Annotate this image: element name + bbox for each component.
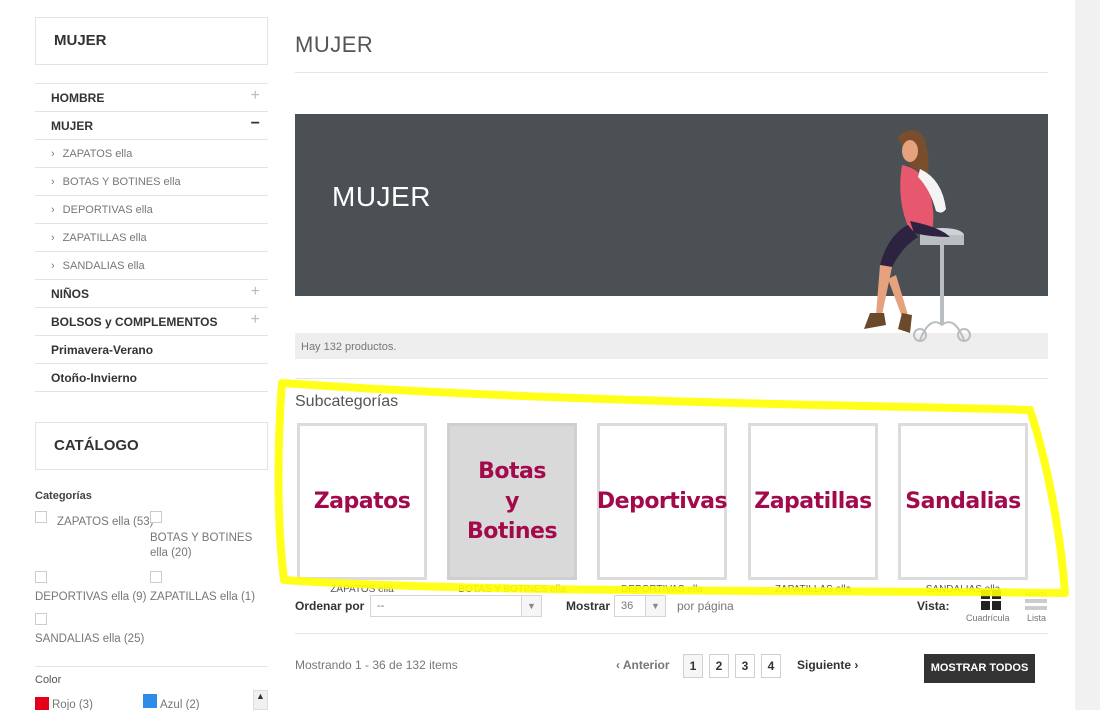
title-divider [295, 72, 1048, 73]
menu-subitem-deportivas[interactable]: › DEPORTIVAS ella [35, 196, 268, 224]
color-swatch-blue[interactable] [143, 694, 157, 708]
menu-item-label: Otoño-Invierno [51, 370, 137, 385]
chevron-right-icon: › [51, 203, 55, 216]
category-checkbox[interactable] [35, 613, 47, 625]
prev-page-link[interactable]: ‹ Anterior [616, 658, 670, 672]
categories-heading: Categorías [35, 490, 92, 502]
product-count: Hay 132 productos. [301, 341, 397, 353]
page-title: MUJER [295, 32, 374, 57]
expand-icon[interactable]: + [251, 87, 260, 105]
banner-title: MUJER [332, 181, 431, 212]
chevron-up-icon: ▲ [256, 691, 265, 701]
menu-item-primavera[interactable]: Primavera-Verano [35, 336, 268, 364]
page-2[interactable]: 2 [709, 654, 729, 678]
category-label[interactable]: ZAPATILLAS ella (1) [150, 590, 255, 605]
color-label[interactable]: Rojo (3) [52, 698, 93, 710]
menu-subitem-botas[interactable]: › BOTAS Y BOTINES ella [35, 168, 268, 196]
category-label[interactable]: BOTAS Y BOTINES ella (20) [150, 531, 260, 561]
menu-item-label: MUJER [51, 118, 94, 133]
highlight-annotation [274, 379, 1069, 597]
menu-item-label: BOLSOS y COMPLEMENTOS [51, 314, 218, 329]
woman-illustration [864, 130, 971, 342]
page: MUJER HOMBRE + MUJER − › ZAPATOS ella › BOTA… [0, 0, 1075, 710]
color-label[interactable]: Azul (2) [160, 698, 200, 710]
chevron-right-icon: › [851, 658, 859, 672]
category-checkbox[interactable] [150, 571, 162, 583]
expand-icon[interactable]: + [251, 311, 260, 329]
menu-item-label: BOTAS Y BOTINES ella [62, 175, 181, 188]
chevron-left-icon: ‹ [616, 658, 623, 672]
collapse-icon[interactable]: − [251, 115, 260, 133]
prev-label: Anterior [622, 658, 670, 672]
catalog-block-title: CATÁLOGO [35, 422, 268, 470]
color-swatch-red[interactable] [35, 697, 49, 710]
menu-item-hombre[interactable]: HOMBRE + [35, 84, 268, 112]
menu-item-ninos[interactable]: NIÑOS + [35, 280, 268, 308]
showing-text: Mostrando 1 - 36 de 132 items [295, 658, 458, 672]
page-3[interactable]: 3 [735, 654, 755, 678]
expand-icon[interactable]: + [251, 283, 260, 301]
menu-item-label: ZAPATILLAS ella [62, 231, 147, 244]
next-label: Siguiente [797, 658, 852, 672]
category-label[interactable]: ZAPATOS ella (53) [57, 515, 154, 530]
menu-item-label: NIÑOS [51, 286, 90, 301]
facet-divider [35, 666, 268, 667]
menu-item-otono[interactable]: Otoño-Invierno [35, 364, 268, 392]
category-checkbox[interactable] [150, 511, 162, 523]
category-checkbox[interactable] [35, 511, 47, 523]
menu-subitem-zapatos[interactable]: › ZAPATOS ella [35, 140, 268, 168]
color-heading: Color [35, 674, 62, 686]
chevron-right-icon: › [51, 231, 55, 244]
menu-item-label: DEPORTIVAS ella [62, 203, 153, 216]
toolbar-divider [295, 633, 1048, 634]
show-all-button[interactable]: MOSTRAR TODOS [924, 654, 1035, 683]
page-1[interactable]: 1 [683, 654, 703, 678]
category-checkbox[interactable] [35, 571, 47, 583]
chevron-right-icon: › [51, 147, 55, 160]
list-view-label[interactable]: Lista [1027, 613, 1046, 623]
page-4[interactable]: 4 [761, 654, 781, 678]
grid-view-label[interactable]: Cuadrícula [966, 613, 1010, 623]
menu-item-label: SANDALIAS ella [62, 259, 145, 272]
menu-item-bolsos[interactable]: BOLSOS y COMPLEMENTOS + [35, 308, 268, 336]
menu-item-label: HOMBRE [51, 90, 105, 105]
menu-item-mujer[interactable]: MUJER − [35, 112, 268, 140]
next-page-link[interactable]: Siguiente › [797, 658, 858, 672]
chevron-right-icon: › [51, 259, 55, 272]
chevron-right-icon: › [51, 175, 55, 188]
sidebar-block-title: MUJER [35, 17, 268, 65]
menu-item-label: Primavera-Verano [51, 342, 154, 357]
facet-scrollbar[interactable]: ▲ [253, 690, 268, 710]
category-label[interactable]: DEPORTIVAS ella (9) [35, 590, 146, 605]
menu-item-label: ZAPATOS ella [62, 147, 133, 160]
menu-subitem-sandalias[interactable]: › SANDALIAS ella [35, 252, 268, 280]
menu-subitem-zapatillas[interactable]: › ZAPATILLAS ella [35, 224, 268, 252]
category-label[interactable]: SANDALIAS ella (25) [35, 632, 144, 647]
